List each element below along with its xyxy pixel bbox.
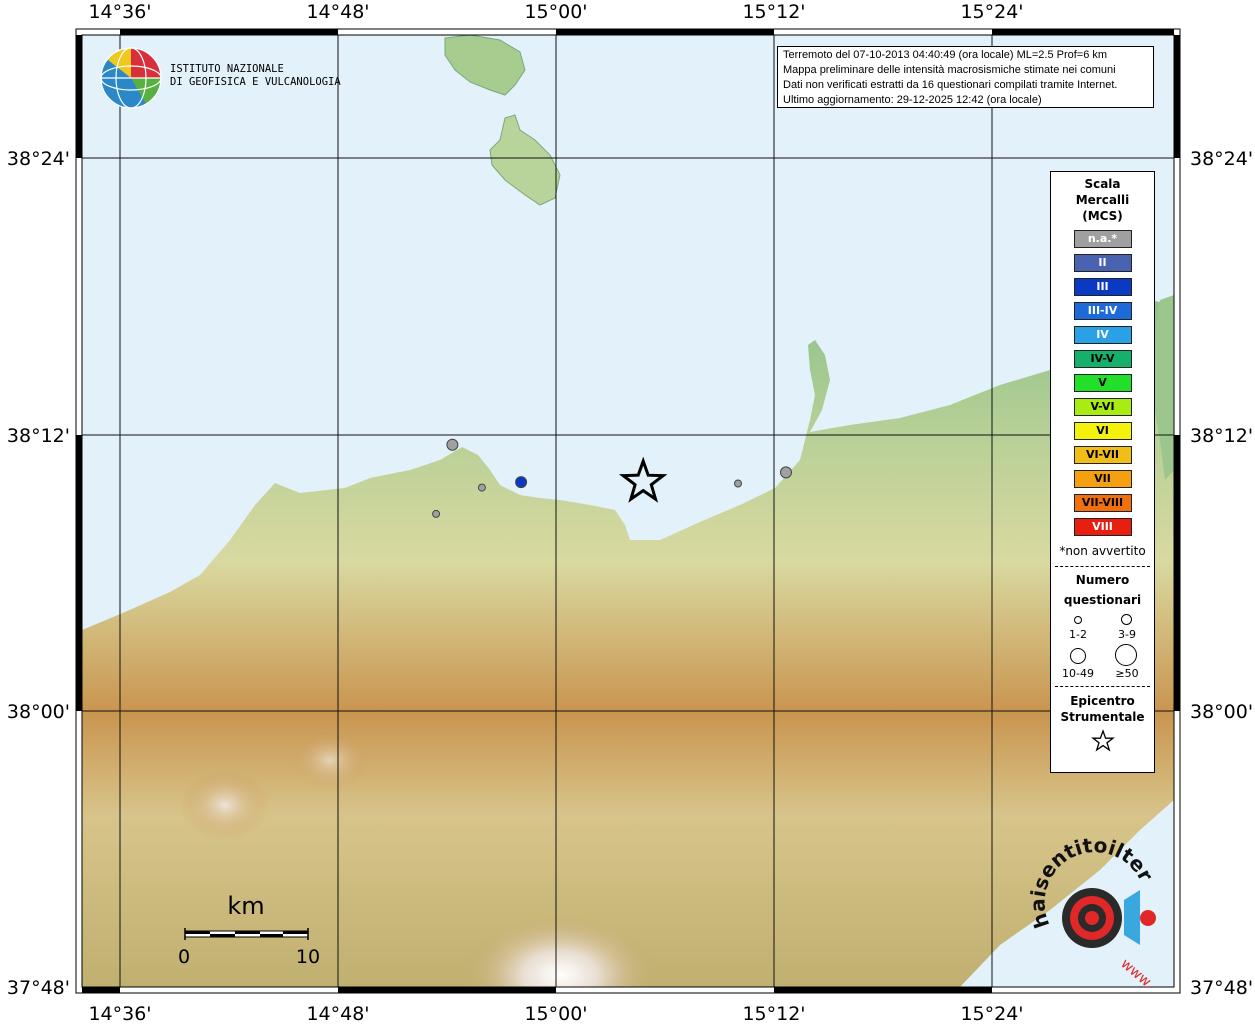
institute-line-1: ISTITUTO NAZIONALE <box>170 63 284 75</box>
star-icon <box>1090 729 1115 752</box>
count-title: Numero questionari <box>1051 570 1154 610</box>
intensity-swatch: IV-V <box>1073 350 1132 368</box>
intensity-swatch: VIII <box>1073 518 1132 536</box>
observation-marker <box>477 483 486 492</box>
event-info-box: Terremoto del 07-10-2013 04:40:49 (ora l… <box>777 46 1154 108</box>
ingv-logo-icon <box>100 47 162 109</box>
intensity-swatches: n.a.* II III III-IV IV IV-V V V-VI VI VI-VII VII VI… <box>1051 230 1154 536</box>
epicenter-title-1: Epicentro <box>1070 694 1135 708</box>
observation-marker <box>432 509 441 518</box>
observation-marker <box>515 476 528 489</box>
lat-labels-right: 38°24' 38°12' 38°00' 37°48' <box>1190 148 1253 999</box>
lat-label: 38°00' <box>1190 701 1253 723</box>
intensity-swatch: n.a.* <box>1073 230 1132 248</box>
scale-bar-unit: km <box>227 892 264 920</box>
intensity-swatch: III <box>1073 278 1132 296</box>
size-legend: 1-2 3-9 10-49 ≥50 <box>1051 610 1154 680</box>
scale-bar-start: 0 <box>178 946 190 968</box>
lat-label: 38°12' <box>1190 425 1253 447</box>
lat-label: 38°24' <box>1190 148 1253 170</box>
size-label: ≥50 <box>1115 667 1139 680</box>
lon-label: 15°12' <box>742 1 805 23</box>
lon-label: 15°00' <box>524 1 587 23</box>
size-circle-10-49 <box>1070 648 1086 664</box>
lon-label: 15°12' <box>742 1003 805 1024</box>
lon-label: 15°00' <box>524 1003 587 1024</box>
lat-labels-left: 38°24' 38°12' 38°00' 37°48' <box>7 148 70 999</box>
lon-label: 15°24' <box>960 1003 1023 1024</box>
count-title-2: questionari <box>1063 593 1142 607</box>
institute-line-2: DI GEOFISICA E VULCANOLOGIA <box>170 76 341 88</box>
lat-label: 38°00' <box>7 701 70 723</box>
intensity-swatch: V <box>1073 374 1132 392</box>
lon-label: 14°36' <box>88 1 151 23</box>
observation-marker <box>734 479 742 488</box>
lon-label: 14°36' <box>88 1003 151 1024</box>
legend-panel: Scala Mercalli (MCS) n.a.* II III III-IV IV I… <box>1050 171 1155 773</box>
hill-patch <box>290 730 370 790</box>
lat-label: 38°12' <box>7 425 70 447</box>
lon-label: 15°24' <box>960 1 1023 23</box>
intensity-swatch: VI-VII <box>1073 446 1132 464</box>
legend-divider <box>1055 566 1150 567</box>
intensity-swatch: IV <box>1073 326 1132 344</box>
epicenter-title: Epicentro Strumentale <box>1051 693 1154 725</box>
nebrodi-peak <box>180 770 270 840</box>
na-note: *non avvertito <box>1059 544 1146 558</box>
intensity-swatch: III-IV <box>1073 302 1132 320</box>
observation-marker <box>446 438 459 451</box>
lon-label: 14°48' <box>306 1003 369 1024</box>
event-info-line-3: Dati non verificati estratti da 16 quest… <box>783 79 1118 91</box>
intensity-swatch: V-VI <box>1073 398 1132 416</box>
legend-divider <box>1055 686 1150 687</box>
legend-title-1: Scala <box>1084 177 1121 191</box>
legend-title: Scala Mercalli (MCS) <box>1051 176 1154 224</box>
institute-name: ISTITUTO NAZIONALE DI GEOFISICA E VULCAN… <box>170 63 341 89</box>
epicenter-title-2: Strumentale <box>1060 710 1145 724</box>
size-circle-50 <box>1115 644 1137 666</box>
size-label: 3-9 <box>1118 628 1136 641</box>
event-info-line-1: Terremoto del 07-10-2013 04:40:49 (ora l… <box>783 49 1108 61</box>
count-title-1: Numero <box>1075 573 1130 587</box>
observation-marker <box>780 466 792 479</box>
event-info-line-4: Ultimo aggiornamento: 29-12-2025 12:42 (… <box>783 94 1042 106</box>
intensity-swatch: VII-VIII <box>1073 494 1132 512</box>
event-info-line-2: Mappa preliminare delle intensità macros… <box>783 64 1116 76</box>
scale-bar-end: 10 <box>296 946 320 968</box>
size-label: 1-2 <box>1069 628 1087 641</box>
legend-title-3: (MCS) <box>1082 209 1123 223</box>
lon-labels-bottom: 14°36' 14°48' 15°00' 15°12' 15°24' <box>88 1003 1023 1024</box>
lat-label: 38°24' <box>7 148 70 170</box>
legend-title-2: Mercalli <box>1075 193 1130 207</box>
size-circle-1-2 <box>1074 616 1082 624</box>
size-circle-3-9 <box>1121 614 1132 625</box>
size-label: 10-49 <box>1062 667 1094 680</box>
lon-label: 14°48' <box>306 1 369 23</box>
lat-label: 37°48' <box>7 977 70 999</box>
intensity-swatch: II <box>1073 254 1132 272</box>
lon-labels-top: 14°36' 14°48' 15°00' 15°12' 15°24' <box>88 1 1023 23</box>
lat-label: 37°48' <box>1190 977 1253 999</box>
intensity-swatch: VI <box>1073 422 1132 440</box>
intensity-swatch: VII <box>1073 470 1132 488</box>
